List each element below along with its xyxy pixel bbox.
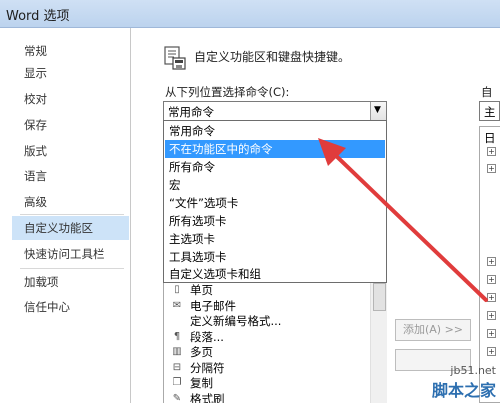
watermark: jb51.net 脚本之家 bbox=[432, 364, 496, 401]
multipage-icon: ▥ bbox=[172, 346, 182, 357]
list-item-label: 分隔符 bbox=[190, 360, 225, 375]
copy-icon: ❐ bbox=[172, 377, 182, 388]
commands-source-select[interactable]: 常用命令 ▼ bbox=[163, 101, 387, 121]
nav-item-proofing[interactable]: 校对 bbox=[12, 87, 129, 111]
nav-item-save[interactable]: 保存 bbox=[12, 113, 129, 137]
list-item[interactable]: ⊟ 分隔符 bbox=[164, 361, 369, 377]
nav-item-quick-access[interactable]: 快速访问工具栏 bbox=[12, 242, 129, 266]
nav-item-display[interactable]: 显示 bbox=[12, 61, 129, 85]
expand-icon[interactable]: + bbox=[487, 329, 496, 338]
title-bar: Word 选项 bbox=[0, 0, 500, 28]
nav-item-addins[interactable]: 加载项 bbox=[12, 270, 129, 294]
nav-divider bbox=[20, 268, 124, 269]
combo-dropdown-button[interactable]: ▼ bbox=[370, 102, 386, 120]
nav-item-general[interactable]: 常规 bbox=[12, 39, 129, 63]
nav-item-trust-center[interactable]: 信任中心 bbox=[12, 295, 129, 319]
section-header: 自定义功能区和键盘快捷键。 bbox=[194, 50, 351, 64]
numbering-icon bbox=[170, 315, 184, 328]
annotation-arrow bbox=[318, 138, 488, 302]
list-item-label: 段落... bbox=[190, 329, 224, 344]
customize-ribbon-icon bbox=[164, 46, 186, 70]
list-item-label: 复制 bbox=[190, 376, 213, 390]
window-title: Word 选项 bbox=[6, 9, 70, 24]
ribbon-tabs-select[interactable]: 主 bbox=[479, 101, 500, 121]
separator-icon: ⊟ bbox=[172, 361, 182, 373]
page-icon: ▯ bbox=[174, 284, 180, 295]
format-painter-icon: ✎ bbox=[172, 392, 182, 403]
list-item[interactable]: 定义新编号格式... bbox=[164, 314, 369, 330]
list-item-label: 定义新编号格式... bbox=[190, 314, 282, 328]
chevron-down-icon: ▼ bbox=[374, 105, 381, 115]
list-item-label: 电子邮件 bbox=[190, 298, 236, 313]
expand-icon[interactable]: + bbox=[487, 311, 496, 320]
nav-item-advanced[interactable]: 高级 bbox=[12, 190, 129, 214]
nav-item-customize-ribbon[interactable]: 自定义功能区 bbox=[12, 216, 129, 240]
list-item-label: 多页 bbox=[190, 345, 213, 359]
commands-source-value: 常用命令 bbox=[168, 105, 214, 119]
nav-item-layout[interactable]: 版式 bbox=[12, 139, 129, 163]
list-item-label: 格式刷 bbox=[190, 391, 225, 403]
paragraph-icon: ¶ bbox=[173, 330, 181, 342]
ribbon-tabs-value: 主 bbox=[484, 105, 496, 119]
nav-divider bbox=[20, 214, 124, 215]
list-item[interactable]: ▥ 多页 bbox=[164, 345, 369, 361]
choose-commands-label: 从下列位置选择命令(C): bbox=[165, 85, 290, 99]
list-item[interactable]: ✎ 格式刷 bbox=[164, 392, 369, 403]
email-icon: ✉ bbox=[172, 299, 182, 311]
options-nav: 常规 显示 校对 保存 版式 语言 高级 自定义功能区 快速访问工具栏 加载项 … bbox=[0, 28, 131, 403]
add-button[interactable]: 添加(A) >> bbox=[395, 319, 471, 341]
watermark-url: jb51.net bbox=[450, 364, 496, 377]
list-item[interactable]: ¶ 段落... bbox=[164, 330, 369, 346]
list-item-label: 单页 bbox=[190, 283, 213, 297]
nav-item-language[interactable]: 语言 bbox=[12, 164, 129, 188]
watermark-brand: 脚本之家 bbox=[431, 381, 496, 400]
list-item[interactable]: ❐ 复制 bbox=[164, 376, 369, 392]
expand-icon[interactable]: + bbox=[487, 347, 496, 356]
